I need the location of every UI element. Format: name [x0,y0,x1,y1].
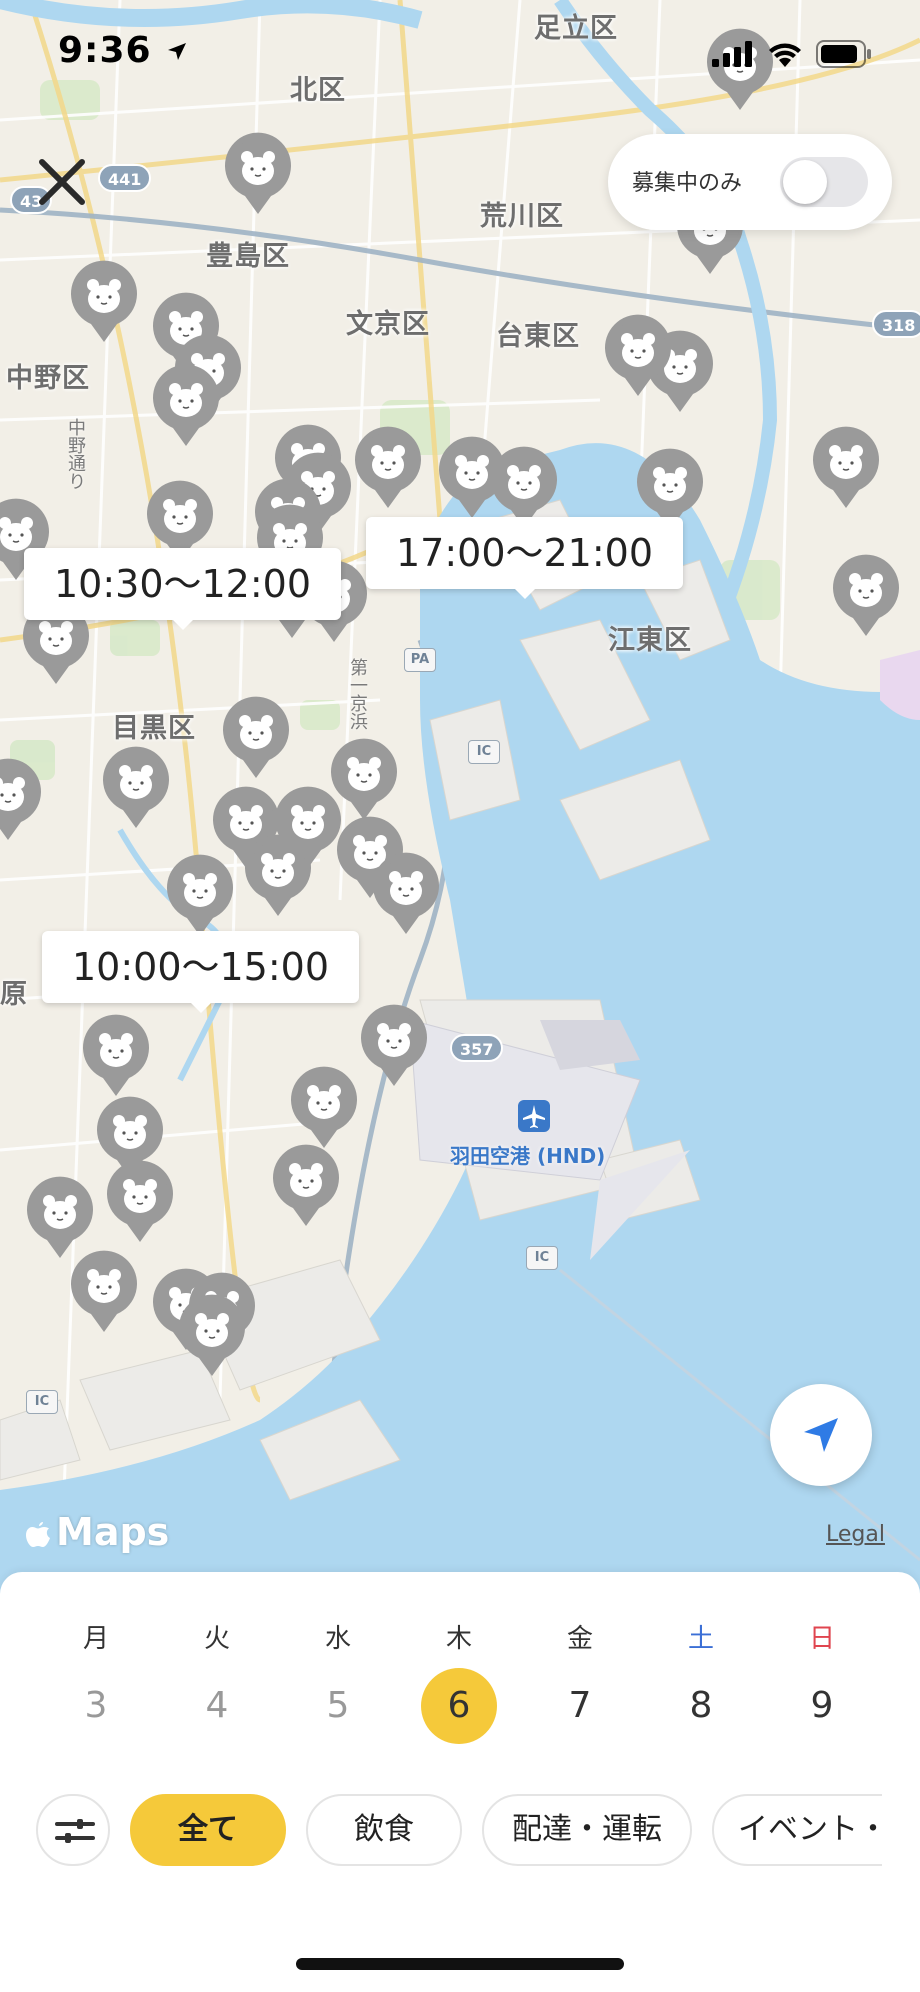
category-chip-event[interactable]: イベント・ [712,1794,882,1866]
filter-settings-button[interactable] [36,1794,110,1866]
sliders-icon [55,1819,95,1843]
date-number: 9 [810,1685,834,1726]
maps-logo-text: Maps [56,1510,170,1554]
bear-pin-icon[interactable] [359,1004,429,1088]
status-time: 9:36 [58,30,189,71]
date-number: 3 [84,1685,108,1726]
street-label-daiichi-keihin: 第一京浜 [347,658,368,730]
apple-maps-logo: Maps [24,1510,169,1554]
weekday-label: 金 [566,1624,593,1654]
recruiting-only-toggle[interactable] [780,157,868,207]
bear-pin-icon[interactable] [69,1250,139,1334]
category-chip-delivery[interactable]: 配達・運転 [482,1794,692,1866]
bear-pin-icon[interactable] [223,132,293,216]
weekday-label: 木 [445,1624,472,1654]
area-label-hara: 原 [0,979,28,1010]
interchange-sign: IC [26,1390,58,1414]
bear-pin-icon[interactable] [353,426,423,510]
parking-area-sign: PA [404,648,436,672]
interchange-sign: IC [526,1246,558,1270]
category-chip-all[interactable]: 全て [130,1794,286,1866]
bear-pin-icon[interactable] [811,426,881,510]
area-label-nakano: 中野区 [6,363,90,394]
location-arrow-small-icon [168,43,187,60]
toggle-knob [783,160,827,204]
bear-pin-icon[interactable] [69,260,139,344]
time-bubble[interactable]: 10:30〜12:00 [24,548,342,630]
route-shield-441: 441 [98,164,152,192]
bear-pin-icon[interactable] [243,834,313,918]
date-number: 4 [205,1685,229,1726]
weekday-label-saturday: 土 [687,1624,714,1654]
street-label-nakano-dori: 中野通り [65,418,86,490]
date-number: 5 [326,1685,350,1726]
airplane-icon [518,1100,550,1132]
signal-icon [712,41,752,67]
category-chip-food[interactable]: 飲食 [306,1794,462,1866]
bear-pin-icon[interactable] [165,854,235,938]
current-location-button[interactable] [770,1384,872,1486]
bear-pin-icon[interactable] [177,1294,247,1378]
route-shield-357: 357 [450,1034,504,1062]
apple-logo-icon [26,1522,50,1547]
status-icons [712,40,872,68]
weekday-label-sunday: 日 [808,1624,835,1654]
time-bubble[interactable]: 10:00〜15:00 [42,931,360,1013]
time-bubble[interactable]: 17:00〜21:00 [366,517,684,599]
location-arrow-icon [804,1418,838,1452]
area-label-koto: 江東区 [608,625,692,656]
bear-pin-icon[interactable] [271,1144,341,1228]
route-shield-318: 318 [872,310,920,338]
area-label-meguro: 目黒区 [112,713,196,744]
close-button[interactable] [30,150,94,214]
bear-pin-icon[interactable] [151,364,221,448]
battery-icon [816,40,871,68]
bear-pin-icon[interactable] [221,696,291,780]
bear-pin-icon[interactable] [371,852,441,936]
area-label-taito: 台東区 [496,321,580,352]
weekday-label: 月 [82,1624,109,1654]
area-label-toshima: 豊島区 [206,241,290,272]
bottom-sheet: 月 3 火 4 水 5 木 6 金 7 土 8 日 9 全て 飲食 配達・運転 … [0,1572,920,1992]
bear-pin-icon[interactable] [289,1066,359,1150]
legal-link[interactable]: Legal [826,1522,885,1547]
date-number: 8 [689,1685,713,1726]
recruiting-only-filter: 募集中のみ [608,134,892,230]
airport-label[interactable]: 羽田空港 (HND) [450,1140,605,1169]
area-label-arakawa: 荒川区 [480,201,564,232]
wifi-icon [769,43,801,67]
bear-pin-icon[interactable] [831,554,901,638]
close-icon [39,159,85,205]
bear-pin-icon[interactable] [105,1160,175,1244]
weekday-label: 火 [203,1624,230,1654]
map-view[interactable]: 足立区 北区 荒川区 豊島区 文京区 台東区 中野区 江東区 目黒区 原 中野通… [0,0,920,1600]
bear-pin-icon[interactable] [25,1176,95,1260]
bear-pin-icon[interactable] [0,758,43,842]
status-bar: 9:36 [0,0,920,110]
date-number: 7 [568,1685,592,1726]
category-filter-row[interactable]: 全て 飲食 配達・運転 イベント・ [0,1790,882,1870]
home-indicator [296,1958,624,1970]
bear-pin-icon[interactable] [81,1014,151,1098]
weekday-label: 水 [324,1624,351,1654]
status-time-text: 9:36 [58,30,152,71]
interchange-sign: IC [468,740,500,764]
bear-pin-icon[interactable] [101,746,171,830]
bear-pin-icon[interactable] [603,314,673,398]
area-label-bunkyo: 文京区 [346,309,430,340]
date-number-selected: 6 [421,1668,497,1744]
recruiting-only-label: 募集中のみ [632,171,743,196]
